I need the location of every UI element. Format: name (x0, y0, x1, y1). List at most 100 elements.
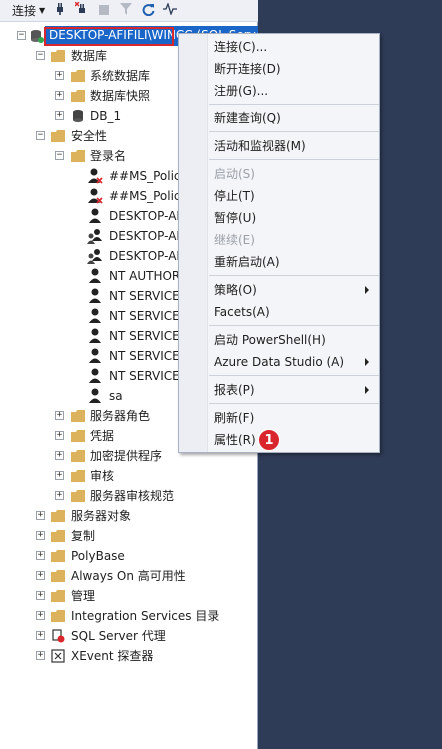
user-icon (87, 328, 103, 344)
folder-icon (50, 548, 66, 564)
menu-label: 启动(S) (214, 167, 255, 181)
folder-icon (70, 68, 86, 84)
group-icon (87, 228, 103, 244)
filter-button (115, 0, 137, 22)
folder-icon (50, 508, 66, 524)
menu-item-resume: 继续(E) (179, 229, 379, 251)
folder-icon (70, 488, 86, 504)
user-icon (87, 308, 103, 324)
menu-label: 策略(O) (214, 283, 257, 297)
refresh-icon (142, 3, 155, 19)
expand-toggle[interactable]: + (55, 471, 64, 480)
tree-label: sa (109, 389, 123, 403)
xevent-icon (50, 648, 66, 664)
user-icon (87, 208, 103, 224)
tree-label: 服务器审核规范 (90, 489, 175, 503)
tree-label: 服务器角色 (90, 409, 151, 423)
menu-label: 继续(E) (214, 233, 255, 247)
menu-label: 断开连接(D) (214, 62, 281, 76)
menu-item-new-query[interactable]: 新建查询(Q) (179, 107, 379, 129)
menu-label: 活动和监视器(M) (214, 139, 306, 153)
connect-label: 连接 (12, 4, 37, 18)
collapse-toggle[interactable]: − (36, 51, 45, 60)
folder-icon (70, 468, 86, 484)
menu-item-azure-data-studio[interactable]: Azure Data Studio (A) (179, 351, 379, 373)
step-badge: 1 (258, 429, 280, 451)
expand-toggle[interactable]: + (55, 491, 64, 500)
stop-icon (99, 4, 110, 18)
tree-node-replication[interactable]: + 复制 (0, 526, 258, 546)
expand-toggle[interactable]: + (36, 551, 45, 560)
collapse-toggle[interactable]: − (36, 131, 45, 140)
folder-icon (70, 148, 86, 164)
menu-item-powershell[interactable]: 启动 PowerShell(H) (179, 329, 379, 351)
menu-item-restart[interactable]: 重新启动(A) (179, 251, 379, 273)
expand-toggle[interactable]: + (36, 631, 45, 640)
menu-item-refresh[interactable]: 刷新(F) (179, 407, 379, 429)
tree-node-sql-agent[interactable]: + SQL Server 代理 (0, 626, 258, 646)
activity-monitor-button[interactable] (159, 0, 181, 22)
tree-node-xevent[interactable]: + XEvent 探查器 (0, 646, 258, 666)
tree-label: 服务器对象 (71, 509, 132, 523)
server-icon (29, 28, 45, 44)
refresh-button[interactable] (137, 0, 159, 22)
expand-toggle[interactable]: + (36, 591, 45, 600)
expand-toggle[interactable]: + (36, 651, 45, 660)
tree-node-management[interactable]: + 管理 (0, 586, 258, 606)
user-icon (87, 388, 103, 404)
expand-toggle[interactable]: + (55, 451, 64, 460)
connect-button[interactable] (49, 0, 71, 22)
tree-label: PolyBase (71, 549, 125, 563)
menu-item-register[interactable]: 注册(G)... (179, 80, 379, 102)
menu-separator (209, 131, 379, 132)
tree-label: 安全性 (71, 129, 108, 143)
menu-item-policies[interactable]: 策略(O) (179, 279, 379, 301)
expand-toggle[interactable]: + (55, 111, 64, 120)
folder-icon (70, 88, 86, 104)
expand-toggle[interactable]: + (55, 91, 64, 100)
menu-label: 新建查询(Q) (214, 111, 281, 125)
collapse-toggle[interactable]: − (17, 31, 26, 40)
folder-icon (50, 128, 66, 144)
folder-icon (50, 528, 66, 544)
menu-separator (209, 104, 379, 105)
menu-label: 连接(C)... (214, 40, 268, 54)
menu-item-disconnect[interactable]: 断开连接(D) (179, 58, 379, 80)
tree-node-server-objects[interactable]: + 服务器对象 (0, 506, 258, 526)
tree-node-polybase[interactable]: + PolyBase (0, 546, 258, 566)
menu-item-reports[interactable]: 报表(P) (179, 379, 379, 401)
tree-label: 审核 (90, 469, 115, 483)
tree-node-audits[interactable]: + 审核 (0, 466, 258, 486)
menu-item-stop[interactable]: 停止(T) (179, 185, 379, 207)
user-disabled-icon (87, 188, 103, 204)
menu-item-activity-monitor[interactable]: 活动和监视器(M) (179, 135, 379, 157)
folder-icon (50, 48, 66, 64)
expand-toggle[interactable]: + (36, 531, 45, 540)
expand-toggle[interactable]: + (36, 511, 45, 520)
user-icon (87, 268, 103, 284)
menu-label: 重新启动(A) (214, 255, 280, 269)
tree-label: 系统数据库 (90, 69, 151, 83)
connect-dropdown[interactable]: 连接 ▼ (0, 0, 49, 22)
disconnect-button[interactable] (71, 0, 93, 22)
activity-icon (163, 2, 178, 18)
tree-node-integration-services[interactable]: + Integration Services 目录 (0, 606, 258, 626)
collapse-toggle[interactable]: − (55, 151, 64, 160)
menu-label: 刷新(F) (214, 411, 255, 425)
menu-label: 报表(P) (214, 383, 255, 397)
tree-node-audit-specs[interactable]: + 服务器审核规范 (0, 486, 258, 506)
expand-toggle[interactable]: + (36, 611, 45, 620)
menu-item-connect[interactable]: 连接(C)... (179, 36, 379, 58)
submenu-arrow-icon (365, 286, 369, 294)
disconnect-icon (74, 1, 89, 19)
tree-node-always-on[interactable]: + Always On 高可用性 (0, 566, 258, 586)
agent-icon (50, 628, 66, 644)
tree-label: 登录名 (90, 149, 127, 163)
expand-toggle[interactable]: + (55, 71, 64, 80)
menu-item-pause[interactable]: 暂停(U) (179, 207, 379, 229)
expand-toggle[interactable]: + (55, 431, 64, 440)
expand-toggle[interactable]: + (55, 411, 64, 420)
tree-label: DB_1 (90, 109, 122, 123)
menu-item-facets[interactable]: Facets(A) (179, 301, 379, 323)
expand-toggle[interactable]: + (36, 571, 45, 580)
